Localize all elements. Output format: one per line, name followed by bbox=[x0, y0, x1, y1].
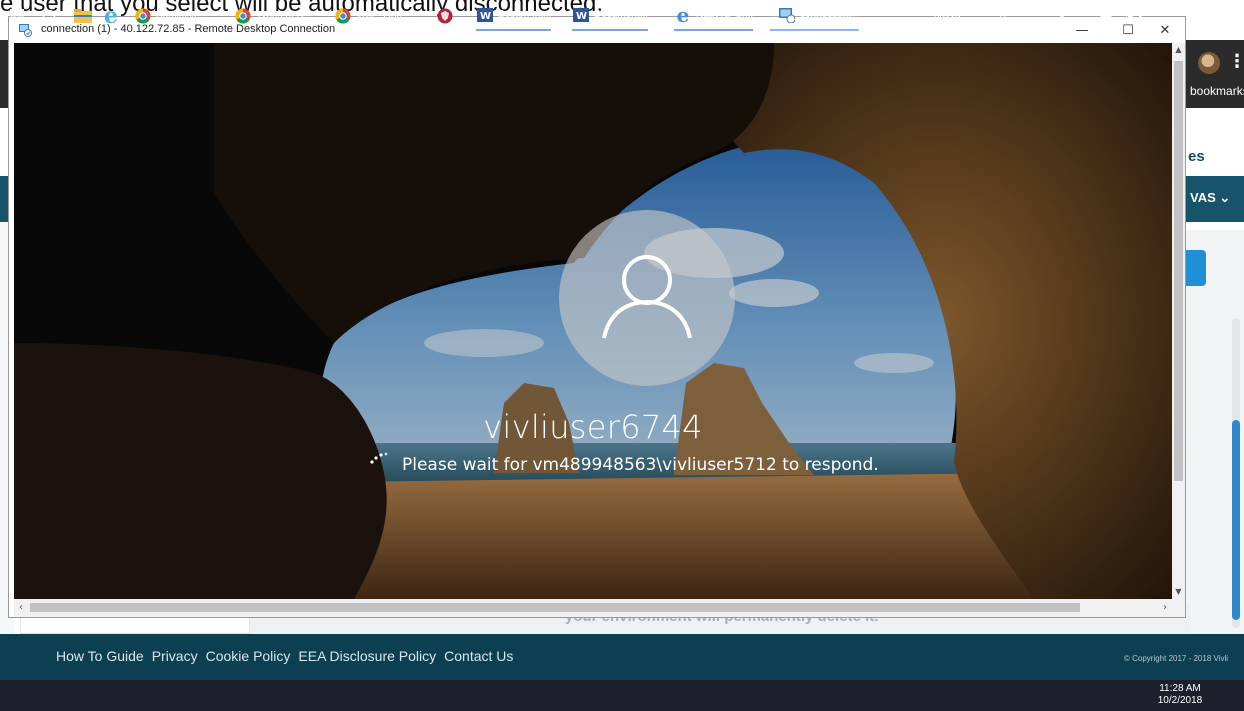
taskbar-item-boston-int[interactable]: W Boston Int... bbox=[476, 0, 552, 31]
show-hidden-icons-button[interactable]: ^ bbox=[1038, 0, 1044, 31]
taskbar-item-label: Boston Int... bbox=[498, 9, 552, 20]
toolbar-navya[interactable]: navya bbox=[934, 0, 961, 31]
taskbar-item-label: Vivli - Goo... bbox=[356, 10, 411, 21]
taskbar-item-label: Document... bbox=[594, 9, 648, 20]
resize-grip[interactable] bbox=[1172, 599, 1185, 617]
chrome-icon bbox=[234, 7, 252, 25]
scroll-down-icon[interactable]: ▼ bbox=[1172, 585, 1185, 599]
remote-lock-screen[interactable]: vivliuser6744 Please wait for vm48994856… bbox=[14, 43, 1172, 599]
taskbar-item-connection[interactable]: connectio... bbox=[770, 0, 860, 31]
overflow-chevron-icon: » bbox=[972, 2, 979, 17]
user-icon bbox=[602, 255, 692, 339]
footer-link-eea-disclosure[interactable]: EEA Disclosure Policy bbox=[298, 648, 436, 664]
taskbar-item-nauvya[interactable]: e Nauvya_Sr... bbox=[674, 0, 754, 31]
chevron-down-icon: ⌄ bbox=[1219, 190, 1231, 205]
word-icon: W bbox=[572, 6, 590, 24]
footer-copyright: © Copyright 2017 - 2018 Vivli bbox=[1124, 654, 1229, 663]
page-scrollbar-thumb[interactable] bbox=[1232, 420, 1240, 620]
lock-screen-status-message: Please wait for vm489948563\vivliuser571… bbox=[402, 455, 879, 475]
scroll-left-icon[interactable]: ‹ bbox=[14, 599, 28, 617]
taskbar-item-label: Nauvya_Sr... bbox=[696, 9, 754, 20]
taskbar-item-administrator[interactable]: Administr... bbox=[134, 0, 205, 31]
taskbar-item-document[interactable]: W Document... bbox=[572, 0, 648, 31]
start-button[interactable] bbox=[10, 0, 24, 31]
rdp-vertical-scroll-thumb[interactable] bbox=[1174, 61, 1183, 481]
volume-button[interactable]: 🔈︎ bbox=[1060, 0, 1067, 31]
chrome-icon bbox=[334, 7, 352, 25]
battery-icon bbox=[1126, 11, 1142, 20]
svg-text:W: W bbox=[576, 11, 587, 22]
scroll-up-icon[interactable]: ▲ bbox=[1172, 43, 1185, 57]
action-center-button[interactable] bbox=[1222, 0, 1236, 31]
footer-link-privacy[interactable]: Privacy bbox=[152, 648, 198, 664]
speaker-icon: 🔈︎ bbox=[1060, 8, 1068, 22]
page-heading-fragment: es bbox=[1188, 148, 1205, 165]
footer-link-contact-us[interactable]: Contact Us bbox=[444, 648, 513, 664]
lock-screen-username: vivliuser6744 bbox=[483, 408, 703, 446]
onedrive-button[interactable] bbox=[1098, 0, 1114, 31]
loading-spinner-icon bbox=[370, 452, 388, 464]
user-avatar bbox=[559, 210, 735, 386]
file-explorer-button[interactable] bbox=[74, 0, 92, 31]
remote-desktop-window: connection (1) - 40.122.72.85 - Remote D… bbox=[8, 16, 1186, 618]
chevron-up-icon: ^ bbox=[1038, 8, 1044, 23]
screen: e user that you select will be automatic… bbox=[0, 0, 1244, 711]
scroll-right-icon[interactable]: › bbox=[1158, 599, 1172, 617]
taskbar-item-types-of-d[interactable]: Types of D... bbox=[234, 0, 312, 31]
footer-links: How To Guide Privacy Cookie Policy EEA D… bbox=[56, 648, 513, 664]
taskbar-item-shield-app[interactable] bbox=[436, 0, 458, 31]
account-menu[interactable]: VAS ⌄ bbox=[1190, 190, 1230, 206]
battery-button[interactable] bbox=[1126, 0, 1142, 31]
taskbar-clock[interactable]: 11:28 AM 10/2/2018 bbox=[1150, 683, 1210, 707]
bookmarks-label[interactable]: bookmarks bbox=[1190, 84, 1244, 98]
windows-icon bbox=[10, 8, 24, 23]
rdp-vertical-scrollbar[interactable]: ▲ ▼ bbox=[1172, 43, 1185, 599]
clock-date: 10/2/2018 bbox=[1157, 695, 1203, 706]
svg-text:W: W bbox=[480, 11, 491, 22]
browser-menu-icon[interactable]: ⋮ bbox=[1228, 50, 1244, 74]
internet-explorer-button[interactable]: e bbox=[104, 0, 118, 31]
clock-time: 11:28 AM bbox=[1159, 683, 1201, 694]
taskbar bbox=[0, 680, 1244, 711]
remote-desktop-icon bbox=[778, 6, 796, 24]
footer-link-cookie-policy[interactable]: Cookie Policy bbox=[206, 648, 291, 664]
people-button[interactable]: ᴿ bbox=[1000, 0, 1006, 31]
people-icon: ᴿ bbox=[1000, 8, 1006, 23]
cortana-circle-icon bbox=[42, 9, 56, 22]
browser-profile-avatar[interactable] bbox=[1198, 52, 1220, 74]
edge-icon: e bbox=[676, 2, 690, 27]
folder-icon bbox=[74, 8, 92, 23]
toolbar-navya-label: navya bbox=[934, 10, 961, 21]
taskbar-item-label: Types of D... bbox=[256, 10, 313, 21]
close-button[interactable]: ✕ bbox=[1142, 17, 1188, 43]
notification-icon bbox=[1222, 8, 1236, 23]
account-menu-label: VAS bbox=[1190, 190, 1216, 205]
rdp-horizontal-scroll-thumb[interactable] bbox=[30, 603, 1080, 612]
cortana-button[interactable] bbox=[42, 0, 56, 31]
cloud-icon bbox=[1099, 13, 1113, 20]
rdp-horizontal-scrollbar[interactable]: ‹ › bbox=[14, 599, 1172, 617]
word-icon: W bbox=[476, 6, 494, 24]
internet-explorer-icon: e bbox=[104, 2, 118, 29]
chrome-icon bbox=[134, 7, 152, 25]
toolbar-overflow-button[interactable]: » bbox=[972, 0, 979, 25]
taskbar-item-label: Administr... bbox=[156, 10, 206, 21]
primary-action-button[interactable] bbox=[1186, 250, 1206, 286]
footer-link-how-to-guide[interactable]: How To Guide bbox=[56, 648, 144, 664]
taskbar-item-label: connectio... bbox=[800, 9, 852, 20]
shield-app-icon bbox=[436, 7, 454, 25]
taskbar-item-vivli-google[interactable]: Vivli - Goo... bbox=[334, 0, 410, 31]
